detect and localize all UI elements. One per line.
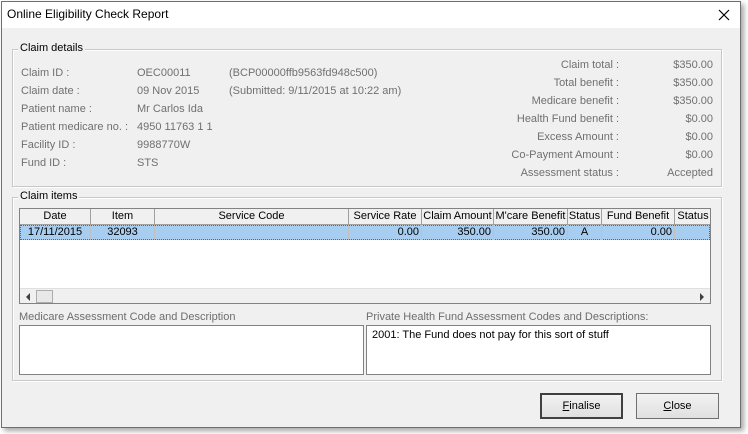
cell-mcare-benefit: 350.00 [494, 225, 568, 240]
facility-id-label: Facility ID : [21, 139, 76, 151]
medicare-assessment-label: Medicare Assessment Code and Description [19, 311, 236, 323]
cell-item: 32093 [91, 225, 155, 240]
cell-service-code [155, 225, 349, 240]
close-button[interactable]: Close [636, 393, 719, 419]
cell-status: A [568, 225, 602, 240]
private-assessment-label: Private Health Fund Assessment Codes and… [366, 311, 649, 323]
col-header-status[interactable]: Status [568, 209, 602, 225]
col-header-date[interactable]: Date [20, 209, 91, 225]
close-label: lose [671, 400, 692, 412]
col-header-service-rate[interactable]: Service Rate [349, 209, 422, 225]
scroll-right-icon[interactable] [695, 290, 709, 303]
copayment-value: $0.00 [685, 149, 713, 161]
cell-service-rate: 0.00 [349, 225, 422, 240]
horizontal-scrollbar[interactable] [20, 288, 710, 303]
medicare-benefit-label: Medicare benefit : [531, 95, 619, 107]
col-header-mcare-benefit[interactable]: M'care Benefit [494, 209, 568, 225]
claim-items-grid[interactable]: Date Item Service Code Service Rate Clai… [19, 208, 711, 304]
claim-items-group: Claim items Date Item Service Code Servi… [12, 190, 722, 381]
cell-fund-status [675, 225, 710, 240]
title-bar[interactable]: Online Eligibility Check Report [2, 2, 740, 28]
facility-id-value: 9988770W [137, 139, 191, 151]
window-title: Online Eligibility Check Report [7, 7, 169, 21]
claim-date-label: Claim date : [21, 85, 80, 97]
claim-items-legend: Claim items [18, 190, 80, 202]
claim-ref-value: (BCP00000ffb9563fd948c500) [229, 67, 378, 79]
copayment-label: Co-Payment Amount : [511, 149, 619, 161]
assessment-status-value: Accepted [667, 167, 713, 179]
medicare-no-label: Patient medicare no. : [21, 121, 129, 133]
patient-name-label: Patient name : [21, 103, 92, 115]
fund-id-value: STS [137, 157, 159, 169]
cell-date: 17/11/2015 [20, 225, 91, 240]
claim-details-legend: Claim details [18, 42, 85, 54]
scroll-thumb[interactable] [36, 290, 53, 303]
close-icon[interactable] [714, 5, 734, 25]
col-header-service-code[interactable]: Service Code [155, 209, 349, 225]
claim-id-label: Claim ID : [21, 67, 70, 79]
total-benefit-label: Total benefit : [553, 77, 619, 89]
claim-details-group: Claim details Claim ID : OEC00011 (BCP00… [12, 42, 722, 187]
finalise-button[interactable]: Finalise [540, 393, 623, 419]
scroll-left-icon[interactable] [21, 290, 35, 303]
health-fund-benefit-label: Health Fund benefit : [516, 113, 619, 125]
medicare-assessment-textbox[interactable] [19, 325, 364, 375]
excess-amount-label: Excess Amount : [537, 131, 619, 143]
patient-name-value: Mr Carlos Ida [137, 103, 204, 115]
excess-amount-value: $0.00 [685, 131, 713, 143]
finalise-label: inalise [569, 400, 601, 412]
col-header-fund-benefit[interactable]: Fund Benefit [602, 209, 675, 225]
col-header-fund-status[interactable]: Status [675, 209, 710, 225]
medicare-no-value: 4950 11763 1 1 [137, 121, 213, 133]
report-window: Online Eligibility Check Report Claim de… [1, 1, 741, 428]
col-header-claim-amount[interactable]: Claim Amount [422, 209, 494, 225]
health-fund-benefit-value: $0.00 [685, 113, 713, 125]
claim-total-value: $350.00 [673, 59, 713, 71]
cell-claim-amount: 350.00 [422, 225, 494, 240]
claim-date-value: 09 Nov 2015 [137, 85, 200, 97]
total-benefit-value: $350.00 [673, 77, 713, 89]
medicare-benefit-value: $350.00 [673, 95, 713, 107]
private-assessment-textbox[interactable]: 2001: The Fund does not pay for this sor… [366, 325, 711, 375]
claim-total-label: Claim total : [560, 59, 619, 71]
col-header-item[interactable]: Item [91, 209, 155, 225]
assessment-status-label: Assessment status : [520, 167, 619, 179]
submitted-value: (Submitted: 9/11/2015 at 10:22 am) [229, 85, 402, 97]
cell-fund-benefit: 0.00 [602, 225, 675, 240]
claim-id-value: OEC00011 [137, 67, 191, 79]
fund-id-label: Fund ID : [21, 157, 67, 169]
